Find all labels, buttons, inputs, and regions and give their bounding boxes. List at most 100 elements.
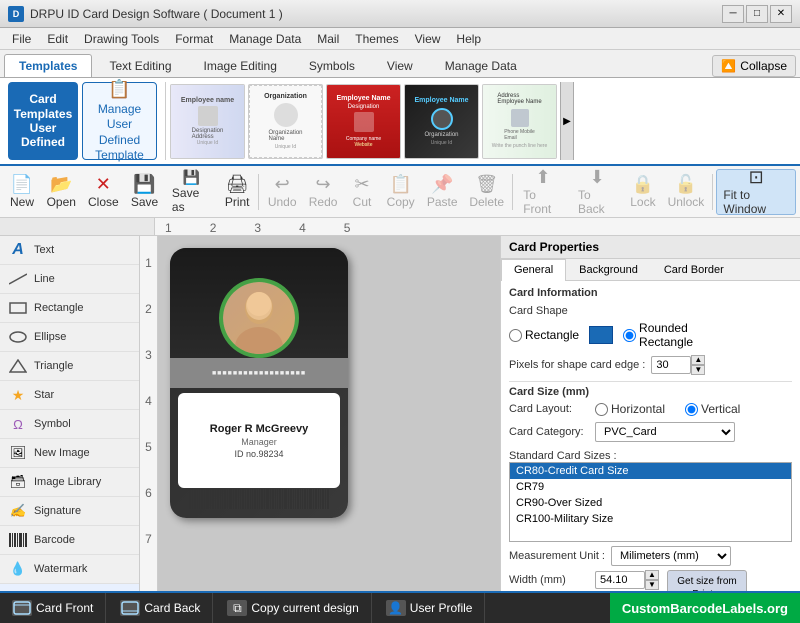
get-size-button[interactable]: Get size from Printer: [667, 570, 747, 591]
menu-help[interactable]: Help: [448, 30, 489, 48]
delete-button[interactable]: 🗑 Delete: [464, 169, 509, 215]
unlock-button[interactable]: 🔓 Unlock: [662, 169, 709, 215]
menu-mail[interactable]: Mail: [309, 30, 347, 48]
shape-rectangle-option[interactable]: Rectangle: [509, 328, 579, 342]
pixels-spinner[interactable]: ▲ ▼: [651, 355, 705, 375]
paste-button[interactable]: 📌 Paste: [421, 169, 463, 215]
templates-scroll-right[interactable]: ▶: [560, 82, 574, 160]
width-spinner[interactable]: ▲ ▼: [595, 570, 659, 590]
tofront-button[interactable]: ⬆ To Front: [516, 169, 570, 215]
copy-design-button[interactable]: ⧉ Copy current design: [215, 593, 371, 623]
minimize-button[interactable]: ─: [722, 5, 744, 23]
template-preview-4[interactable]: Employee Name Organization Unique Id: [404, 84, 479, 159]
layout-horizontal-radio[interactable]: [595, 403, 608, 416]
menu-themes[interactable]: Themes: [347, 30, 406, 48]
layout-vertical-radio[interactable]: [685, 403, 698, 416]
tool-symbol[interactable]: Ω Symbol: [0, 410, 139, 439]
card-back-button[interactable]: Card Back: [108, 593, 213, 623]
template-preview-3[interactable]: Employee Name Designation Company name W…: [326, 84, 401, 159]
size-cr79[interactable]: CR79: [510, 479, 791, 495]
sep-3: [712, 174, 713, 210]
tab-view[interactable]: View: [372, 54, 428, 77]
width-row: Width (mm) ▲ ▼: [509, 570, 659, 590]
tool-watermark[interactable]: 💧 Watermark: [0, 555, 139, 584]
size-cr100[interactable]: CR100-Military Size: [510, 511, 791, 527]
ellipse-icon: [8, 327, 28, 347]
tool-line[interactable]: Line: [0, 265, 139, 294]
print-button[interactable]: 🖨 Print: [219, 169, 255, 215]
menu-file[interactable]: File: [4, 30, 39, 48]
menu-view[interactable]: View: [407, 30, 449, 48]
tool-triangle[interactable]: Triangle: [0, 352, 139, 381]
close-button[interactable]: ✕: [770, 5, 792, 23]
tab-background[interactable]: Background: [566, 259, 651, 280]
cut-button[interactable]: ✂ Cut: [344, 169, 380, 215]
tab-image-editing[interactable]: Image Editing: [189, 54, 292, 77]
pixels-up[interactable]: ▲: [691, 355, 705, 365]
tab-text-editing[interactable]: Text Editing: [94, 54, 186, 77]
tab-symbols[interactable]: Symbols: [294, 54, 370, 77]
pixels-down[interactable]: ▼: [691, 365, 705, 375]
shape-rounded-option[interactable]: RoundedRectangle: [623, 321, 693, 349]
card-templates-button[interactable]: Card TemplatesUser Defined: [8, 82, 78, 160]
layout-horizontal-option[interactable]: Horizontal: [595, 402, 675, 416]
ellipse-label: Ellipse: [34, 331, 66, 343]
undo-button[interactable]: ↩ Undo: [262, 169, 302, 215]
size-cr80[interactable]: CR80-Credit Card Size: [510, 463, 791, 479]
template-preview-2[interactable]: Organization OrganizationName Unique Id: [248, 84, 323, 159]
layout-vertical-option[interactable]: Vertical: [685, 402, 765, 416]
symbol-label: Symbol: [34, 418, 71, 430]
saveas-label: Save as: [172, 186, 211, 214]
tool-text[interactable]: A Text: [0, 236, 139, 265]
menu-drawing-tools[interactable]: Drawing Tools: [76, 30, 167, 48]
tool-card-properties[interactable]: ⚙ Card Properties: [0, 584, 139, 591]
tool-signature[interactable]: ✍ Signature: [0, 497, 139, 526]
template-preview-1[interactable]: Employee name DesignationAddress Unique …: [170, 84, 245, 159]
tool-new-image[interactable]: 🖼 New Image: [0, 439, 139, 468]
fitwindow-icon: ⊡: [749, 168, 764, 186]
save-button[interactable]: 💾 Save: [125, 169, 164, 215]
tab-manage-data[interactable]: Manage Data: [430, 54, 532, 77]
close-button[interactable]: ✕ Close: [83, 169, 125, 215]
card-back-icon: [120, 600, 140, 616]
card-front-button[interactable]: Card Front: [0, 593, 106, 623]
open-button[interactable]: 📂 Open: [41, 169, 82, 215]
user-profile-button[interactable]: 👤 User Profile: [374, 593, 486, 623]
redo-button[interactable]: ↪ Redo: [303, 169, 343, 215]
tool-star[interactable]: ★ Star: [0, 381, 139, 410]
copy-button[interactable]: 📋 Copy: [381, 169, 420, 215]
collapse-button[interactable]: 🔼 Collapse: [712, 55, 796, 77]
standard-sizes-list[interactable]: CR80-Credit Card Size CR79 CR90-Over Siz…: [509, 462, 792, 542]
width-down[interactable]: ▼: [645, 580, 659, 590]
tool-rectangle[interactable]: Rectangle: [0, 294, 139, 323]
shape-rectangle-radio[interactable]: [509, 329, 522, 342]
tool-image-library[interactable]: 🗃 Image Library: [0, 468, 139, 497]
card-category-select[interactable]: PVC_Card Paper_Card Plastic_Card: [595, 422, 735, 442]
pixels-input[interactable]: [651, 356, 691, 374]
tab-templates[interactable]: Templates: [4, 54, 92, 77]
maximize-button[interactable]: □: [746, 5, 768, 23]
star-label: Star: [34, 389, 54, 401]
tool-ellipse[interactable]: Ellipse: [0, 323, 139, 352]
tab-card-border[interactable]: Card Border: [651, 259, 737, 280]
toback-button[interactable]: ⬇ To Back: [571, 169, 624, 215]
width-up[interactable]: ▲: [645, 570, 659, 580]
lock-button[interactable]: 🔒 Lock: [624, 169, 661, 215]
barcode-icon: [8, 530, 28, 550]
shape-rounded-radio[interactable]: [623, 329, 636, 342]
width-input[interactable]: [595, 571, 645, 589]
template-preview-5[interactable]: AddressEmployee Name Phone MobileEmail W…: [482, 84, 557, 159]
tab-general[interactable]: General: [501, 259, 566, 281]
tool-barcode[interactable]: Barcode: [0, 526, 139, 555]
manage-template-button[interactable]: 📋 Manage User Defined Template: [82, 82, 157, 160]
measurement-select[interactable]: Milimeters (mm) Inches (in) Pixels (px): [611, 546, 731, 566]
ruler-row: 12345: [0, 218, 800, 236]
menu-manage-data[interactable]: Manage Data: [221, 30, 309, 48]
saveas-button[interactable]: 💾 Save as: [165, 169, 218, 215]
size-cr90[interactable]: CR90-Over Sized: [510, 495, 791, 511]
fitwindow-button[interactable]: ⊡ Fit to Window: [716, 169, 796, 215]
menu-format[interactable]: Format: [167, 30, 221, 48]
menu-edit[interactable]: Edit: [39, 30, 76, 48]
card-person-name: Roger R McGreevy: [210, 423, 308, 435]
new-button[interactable]: 📄 New: [4, 169, 40, 215]
